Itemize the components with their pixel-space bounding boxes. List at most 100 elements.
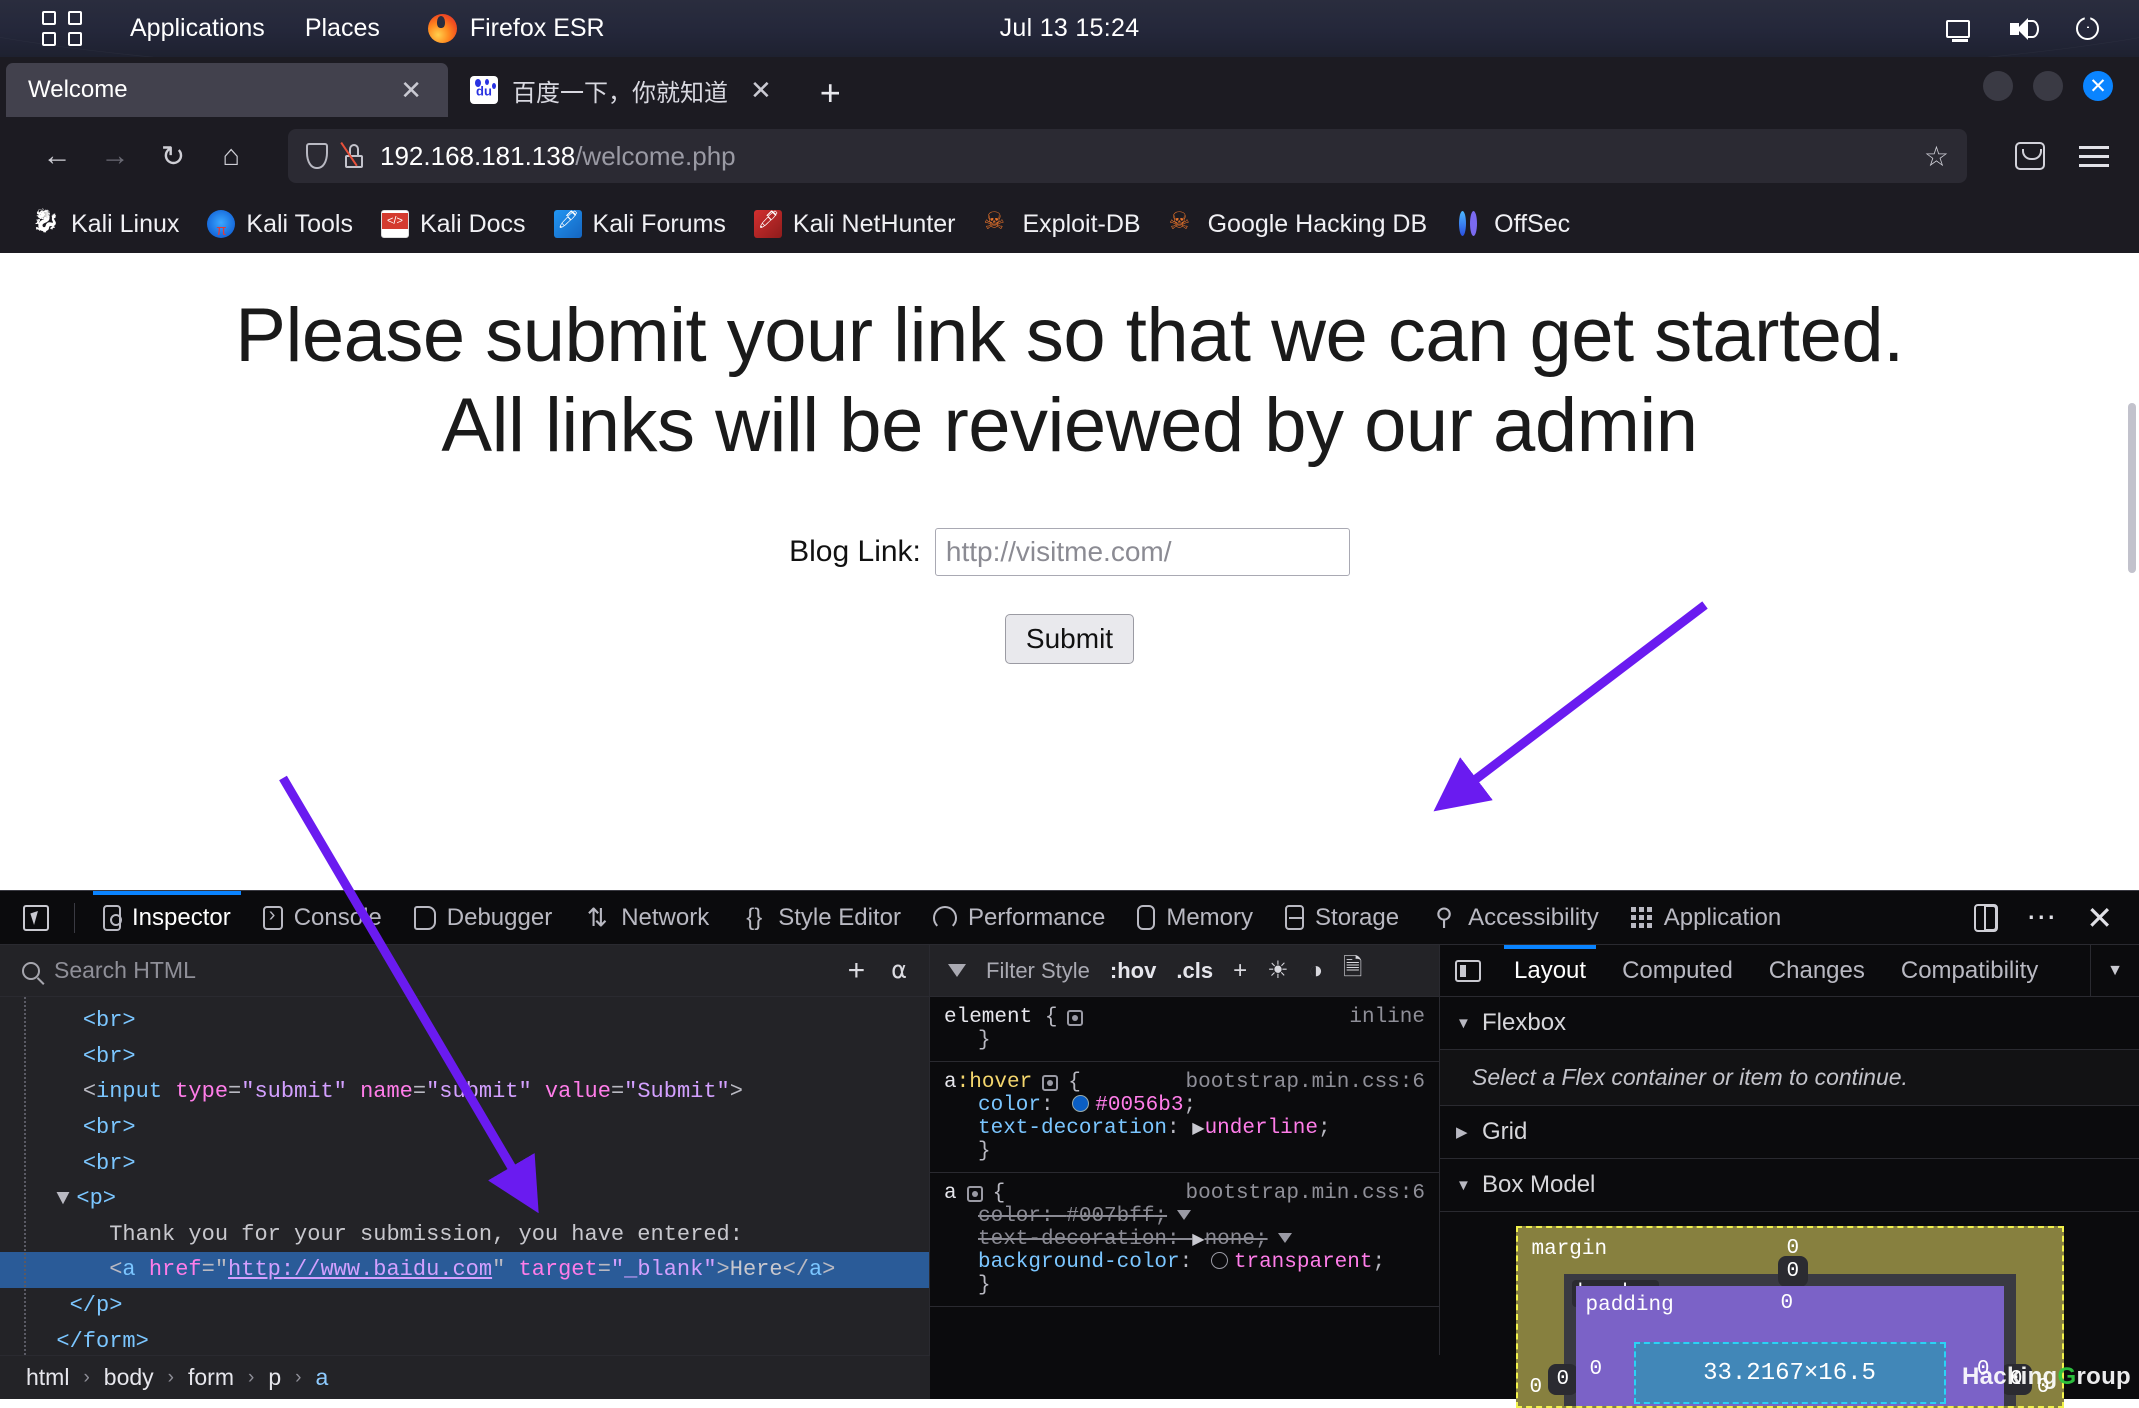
markup-line[interactable]: <br> [0,1039,929,1075]
tab-network[interactable]: Network [568,891,725,945]
power-icon[interactable] [2076,17,2099,40]
section-flexbox[interactable]: ▼ Flexbox [1440,997,2139,1050]
tab-storage[interactable]: Storage [1269,891,1415,945]
markup-line[interactable]: </p> [0,1288,929,1324]
declaration-color[interactable]: color: #0056b3; [944,1094,1439,1117]
tab-computed[interactable]: Computed [1604,945,1751,997]
attr-href-value[interactable]: http://www.baidu.com [228,1257,492,1282]
rule-a-hover[interactable]: a:hover { bootstrap.min.css:6 color: #00… [930,1062,1439,1173]
display-icon[interactable] [1946,19,1970,42]
dark-scheme-icon[interactable]: ◑ [1309,957,1324,985]
toggle-sidebar-icon[interactable] [1440,959,1496,982]
close-icon[interactable]: ✕ [392,77,430,103]
forward-button[interactable]: → [88,129,142,183]
breadcrumb-a[interactable]: a [315,1364,328,1391]
tab-debugger[interactable]: Debugger [398,891,568,945]
tab-style-editor[interactable]: Style Editor [725,891,917,945]
declaration-text-decoration[interactable]: text-decoration: ▶underline; [944,1117,1439,1140]
property-value[interactable]: #0056b3 [1095,1094,1183,1117]
color-swatch[interactable] [1210,1252,1228,1269]
add-rule-icon[interactable]: + [1233,957,1247,985]
eyedropper-icon[interactable]: ⍺ [891,956,907,985]
maximize-button[interactable] [2033,71,2063,101]
rule-element-inline[interactable]: element { inline } [930,997,1439,1062]
rule-selector[interactable]: a [944,1182,957,1205]
search-html-input[interactable] [54,957,834,984]
property-value[interactable]: none [1205,1228,1255,1251]
places-menu[interactable]: Places [305,14,380,43]
applications-grid-icon[interactable] [42,11,86,46]
new-tab-button[interactable]: + [798,75,863,117]
rule-selector[interactable]: a [944,1071,957,1094]
tab-changes[interactable]: Changes [1751,945,1883,997]
markup-line-selected[interactable]: <a href="http://www.baidu.com" target="_… [0,1252,929,1288]
minimize-button[interactable] [1983,71,2013,101]
back-button[interactable]: ← [30,129,84,183]
markup-line[interactable]: <br> [0,1146,929,1182]
property-value[interactable]: transparent [1234,1251,1373,1274]
tab-layout[interactable]: Layout [1496,944,1604,997]
border-left-value[interactable]: 0 [1547,1364,1579,1395]
bookmark-offsec[interactable]: OffSec [1441,210,1584,239]
select-node-icon[interactable] [1067,1009,1084,1026]
devtools-close-icon[interactable]: ✕ [2086,902,2113,934]
markup-line[interactable]: </form> [0,1324,929,1355]
blog-link-input[interactable] [934,528,1350,577]
markup-line[interactable]: ▼ <p> [0,1181,929,1217]
applications-menu[interactable]: Applications [130,14,265,43]
classes-toggle[interactable]: .cls [1176,958,1213,984]
breadcrumb-body[interactable]: body [104,1364,154,1391]
breadcrumb-p[interactable]: p [268,1364,281,1391]
more-tabs-chevron-down-icon[interactable]: ▼ [2090,944,2139,997]
expand-shorthand-icon[interactable]: ▶ [1192,1229,1204,1249]
breadcrumb-form[interactable]: form [188,1364,234,1391]
box-padding[interactable]: padding 0 0 0 33.2167×16.5 [1575,1286,2004,1406]
tab-application[interactable]: Application [1615,891,1797,945]
declaration-background-color[interactable]: background-color: transparent; [944,1251,1439,1274]
home-button[interactable]: ⌂ [204,129,258,183]
color-swatch[interactable] [1072,1095,1090,1112]
close-icon[interactable]: ✕ [742,77,780,103]
tab-console[interactable]: Console [247,891,398,945]
box-content[interactable]: 33.2167×16.5 [1633,1342,1946,1404]
element-picker-icon[interactable] [10,904,62,931]
url-bar[interactable]: 192.168.181.138/welcome.php ☆ [288,129,1967,183]
print-media-icon[interactable]: 🗎 [1343,950,1362,991]
rule-selector[interactable]: element [944,1006,1032,1029]
expand-twisty-icon[interactable]: ▼ [56,1181,76,1217]
rule-source[interactable]: bootstrap.min.css:6 [1186,1182,1439,1205]
padding-left-value[interactable]: 0 [1590,1358,1603,1381]
tab-welcome[interactable]: Welcome ✕ [6,63,448,117]
submit-button[interactable]: Submit [1004,614,1135,665]
section-grid[interactable]: ▶ Grid [1440,1106,2139,1159]
bookmark-kali-forums[interactable]: Kali Forums [540,210,740,239]
page-scrollbar-thumb[interactable] [2128,403,2136,573]
add-node-icon[interactable]: + [848,955,866,986]
tab-memory[interactable]: Memory [1121,891,1269,945]
select-node-icon[interactable] [1042,1074,1059,1091]
markup-line[interactable]: <input type="submit" name="submit" value… [0,1074,929,1110]
hover-toggle[interactable]: :hov [1110,958,1156,984]
rule-a[interactable]: a { bootstrap.min.css:6 color: #007bff; … [930,1173,1439,1307]
bookmark-star-icon[interactable]: ☆ [1924,140,1949,173]
property-value[interactable]: #007bff [1066,1205,1154,1228]
devtools-more-options-icon[interactable]: ⋯ [2026,902,2058,932]
pocket-save-icon[interactable] [2015,142,2045,170]
padding-top-value[interactable]: 0 [1781,1292,1794,1315]
tracking-protection-shield-icon[interactable] [306,143,328,169]
volume-icon[interactable] [2010,17,2039,40]
markup-line[interactable]: Thank you for your submission, you have … [0,1217,929,1253]
bookmark-google-hacking-db[interactable]: Google Hacking DB [1155,207,1442,239]
tab-accessibility[interactable]: Accessibility [1415,891,1615,945]
breadcrumb-html[interactable]: html [26,1364,69,1391]
window-close-button[interactable]: ✕ [2083,71,2113,101]
border-top-value[interactable]: 0 [1777,1256,1809,1287]
tab-compatibility[interactable]: Compatibility [1883,945,2056,997]
markup-line[interactable]: <br> [0,1110,929,1146]
expand-shorthand-icon[interactable]: ▶ [1192,1118,1204,1138]
bookmark-exploit-db[interactable]: Exploit-DB [970,207,1155,239]
margin-left-value[interactable]: 0 [1530,1376,1543,1399]
tab-baidu[interactable]: 百度一下，你就知道 ✕ [448,63,798,117]
light-scheme-icon[interactable]: ☀ [1267,956,1289,985]
section-box-model[interactable]: ▼ Box Model [1440,1159,2139,1212]
